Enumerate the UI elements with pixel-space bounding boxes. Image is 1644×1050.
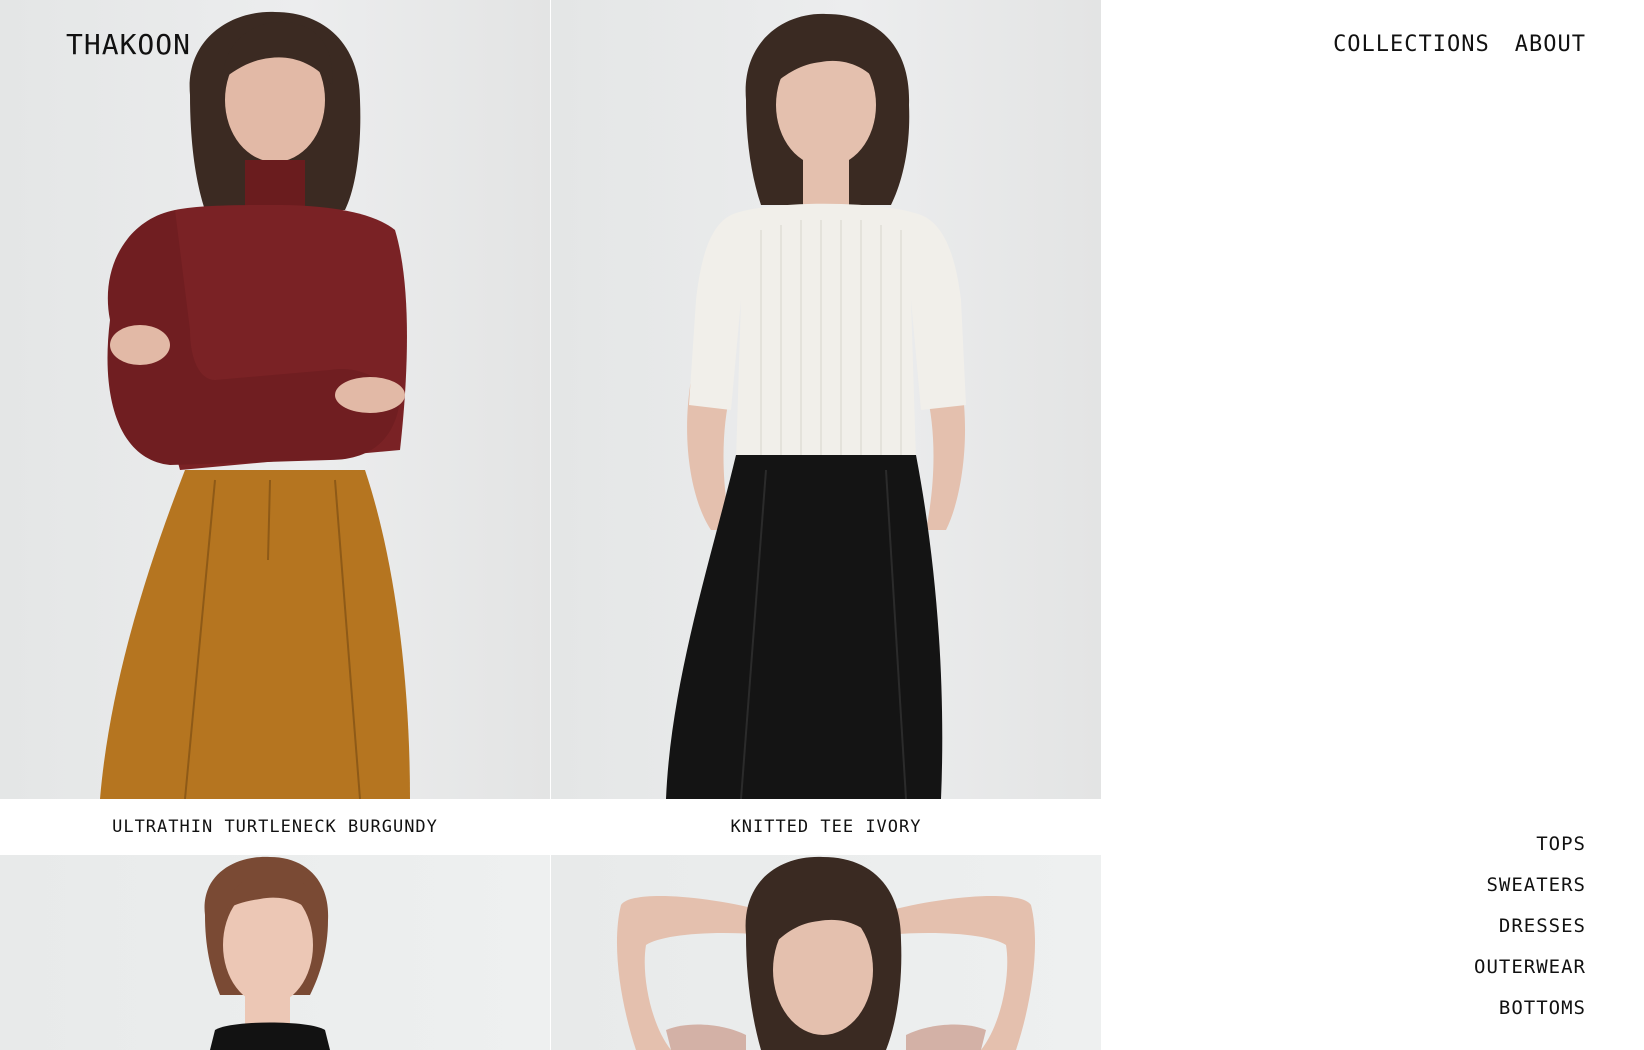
top-nav: COLLECTIONS ABOUT [1333,32,1586,57]
product-image[interactable] [551,855,1101,1050]
category-nav: TOPS SWEATERS DRESSES OUTERWEAR BOTTOMS [1474,833,1586,1019]
category-tops-link[interactable]: TOPS [1536,833,1586,855]
category-bottoms-link[interactable]: BOTTOMS [1499,997,1586,1019]
product-image[interactable] [0,0,550,799]
product-card[interactable]: ULTRATHIN TURTLENECK BURGUNDY [0,0,550,855]
product-card[interactable] [0,855,550,1050]
nav-about-link[interactable]: ABOUT [1515,32,1586,57]
product-image[interactable] [551,0,1101,799]
category-dresses-link[interactable]: DRESSES [1499,915,1586,937]
nav-collections-link[interactable]: COLLECTIONS [1333,32,1490,57]
page: THAKOON COLLECTIONS ABOUT ULTRATHIN TURT… [0,0,1644,1050]
product-grid: ULTRATHIN TURTLENECK BURGUNDY KNITTED TE… [0,0,1101,1050]
category-outerwear-link[interactable]: OUTERWEAR [1474,956,1586,978]
product-card[interactable]: KNITTED TEE IVORY [551,0,1101,855]
product-image[interactable] [0,855,550,1050]
product-card[interactable] [551,855,1101,1050]
product-name[interactable]: ULTRATHIN TURTLENECK BURGUNDY [0,799,550,855]
category-sweaters-link[interactable]: SWEATERS [1486,874,1586,896]
product-name[interactable]: KNITTED TEE IVORY [551,799,1101,855]
brand-logo[interactable]: THAKOON [66,28,191,61]
